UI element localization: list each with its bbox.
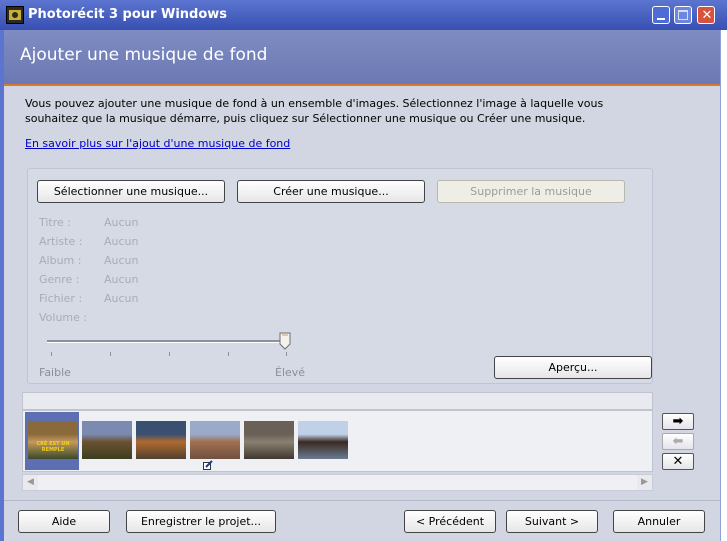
volume-tick: [110, 352, 111, 356]
photo-thumbnail[interactable]: [244, 421, 294, 459]
window-frame-right: [720, 30, 727, 541]
create-music-button[interactable]: Créer une musique...: [237, 180, 425, 203]
next-button[interactable]: Suivant >: [506, 510, 598, 533]
filmstrip-scrollbar[interactable]: [22, 474, 653, 491]
arrow-left-icon: ⬅: [672, 434, 684, 449]
volume-max-label: Élevé: [275, 366, 306, 379]
photo-thumbnail[interactable]: [190, 421, 240, 459]
file-label: Fichier :: [39, 292, 83, 305]
minimize-icon: [657, 18, 665, 20]
volume-tick: [228, 352, 229, 356]
page-title: Ajouter une musique de fond: [20, 45, 268, 65]
volume-tick: [286, 352, 287, 356]
move-left-button[interactable]: ⬅: [662, 433, 694, 450]
footer-separator: [4, 500, 720, 501]
maximize-icon: [678, 10, 688, 20]
volume-slider-track[interactable]: [47, 340, 287, 343]
scroll-right-button[interactable]: ▶: [637, 475, 652, 490]
delete-music-button[interactable]: Supprimer la musique: [437, 180, 625, 203]
help-button[interactable]: Aide: [18, 510, 110, 533]
photo-thumbnail[interactable]: [82, 421, 132, 459]
instructions-text: Vous pouvez ajouter une musique de fond …: [25, 97, 604, 125]
artist-value: Aucun: [104, 235, 139, 248]
title-value: Aucun: [104, 216, 139, 229]
move-right-button[interactable]: ➡: [662, 413, 694, 430]
minimize-button[interactable]: [652, 6, 670, 24]
app-icon: [6, 6, 24, 24]
cancel-button[interactable]: Annuler: [613, 510, 705, 533]
delete-x-icon: ✕: [672, 454, 684, 469]
select-music-button[interactable]: Sélectionner une musique...: [37, 180, 225, 203]
volume-tick: [51, 352, 52, 356]
arrow-right-icon: ➡: [672, 414, 684, 429]
file-value: Aucun: [104, 292, 139, 305]
genre-value: Aucun: [104, 273, 139, 286]
maximize-button[interactable]: [674, 6, 692, 24]
artist-label: Artiste :: [39, 235, 83, 248]
photo-thumbnail[interactable]: [298, 421, 348, 459]
genre-label: Genre :: [39, 273, 80, 286]
edit-icon[interactable]: [203, 460, 213, 470]
volume-slider-thumb[interactable]: [279, 332, 291, 350]
save-project-button[interactable]: Enregistrer le projet...: [126, 510, 276, 533]
thumbnail-caption: CRÉ EST UN REMPLE: [36, 441, 70, 453]
window-title: Photorécit 3 pour Windows: [28, 7, 228, 22]
remove-image-button[interactable]: ✕: [662, 453, 694, 470]
back-button[interactable]: < Précédent: [404, 510, 496, 533]
volume-tick: [169, 352, 170, 356]
volume-min-label: Faible: [39, 366, 71, 379]
learn-more-link[interactable]: En savoir plus sur l'ajout d'une musique…: [25, 137, 290, 150]
photo-thumbnail[interactable]: CRÉ EST UN REMPLE: [28, 421, 78, 459]
filmstrip-header: [22, 392, 653, 410]
close-icon: ✕: [701, 8, 713, 23]
photo-thumbnail[interactable]: [136, 421, 186, 459]
volume-label: Volume :: [39, 311, 88, 324]
album-value: Aucun: [104, 254, 139, 267]
album-label: Album :: [39, 254, 82, 267]
preview-button[interactable]: Aperçu...: [494, 356, 652, 379]
close-button[interactable]: ✕: [697, 6, 715, 24]
scroll-left-button[interactable]: ◀: [23, 475, 38, 490]
title-label: Titre :: [39, 216, 72, 229]
